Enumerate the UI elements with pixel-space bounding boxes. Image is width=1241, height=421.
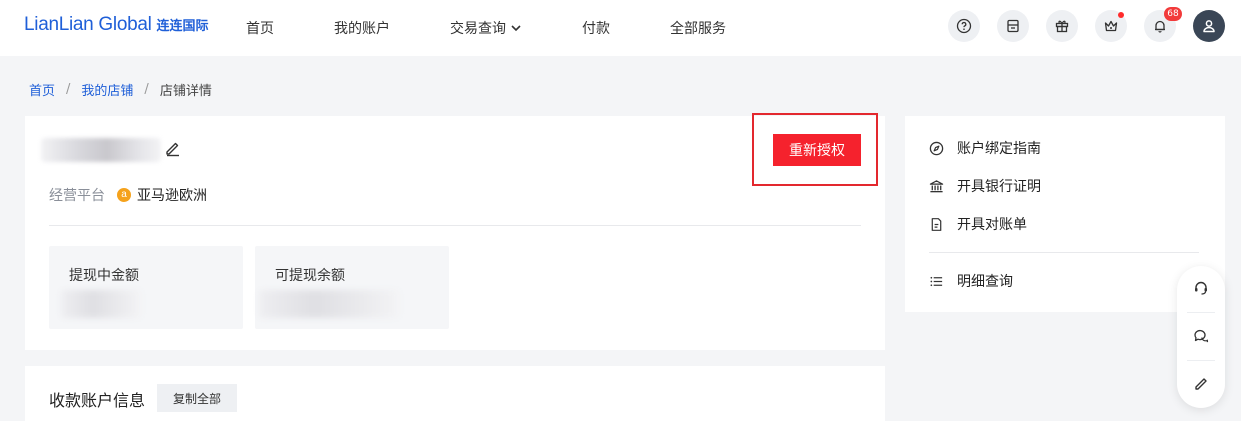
side-item-bank-certificate[interactable]: 开具银行证明 (929, 176, 1041, 196)
store-detail-card: 重新授权 经营平台 a 亚马逊欧洲 提现中金额 可提现余额 (25, 113, 885, 350)
user-icon (1203, 20, 1215, 33)
copy-all-button[interactable]: 复制全部 (157, 384, 237, 412)
breadcrumb-current: 店铺详情 (159, 84, 212, 99)
main-nav: 首页 我的账户 交易查询 付款 全部服务 (230, 0, 770, 56)
bank-icon (929, 179, 944, 192)
floating-toolbar (1177, 266, 1225, 408)
side-item-binding-guide[interactable]: 账户绑定指南 (929, 138, 1041, 158)
breadcrumb-home[interactable]: 首页 (29, 80, 55, 99)
nav-item-home[interactable]: 首页 (230, 18, 290, 38)
receiving-account-title: 收款账户信息 (49, 391, 146, 410)
list-icon (930, 276, 943, 286)
gift-icon (1055, 20, 1069, 33)
receiving-account-card: 收款账户信息 复制全部 (25, 366, 885, 421)
breadcrumb-separator: / (66, 82, 71, 97)
headset-icon (1195, 281, 1207, 295)
side-item-label: 明细查询 (957, 274, 1013, 290)
withdrawing-amount-box: 提现中金额 (49, 246, 243, 329)
brand-logo[interactable]: LianLian Global 连连国际 (24, 14, 209, 36)
avatar[interactable] (1193, 10, 1225, 42)
withdrawing-amount-label: 提现中金额 (69, 268, 139, 284)
customer-service-button[interactable] (1177, 266, 1225, 310)
divider (929, 252, 1199, 253)
divider (49, 225, 861, 226)
available-balance-redacted (259, 290, 399, 318)
platform-row: 经营平台 a 亚马逊欧洲 (49, 185, 207, 205)
amazon-icon: a (117, 188, 131, 202)
reauthorize-button[interactable]: 重新授权 (773, 134, 861, 166)
available-balance-box: 可提现余额 (255, 246, 449, 329)
available-balance-label: 可提现余额 (275, 268, 345, 284)
store-name-redacted (41, 138, 161, 162)
breadcrumb-my-stores[interactable]: 我的店铺 (81, 80, 133, 99)
help-button[interactable] (948, 10, 980, 42)
nav-item-transaction-query[interactable]: 交易查询 (434, 18, 538, 38)
nav-item-label: 全部服务 (670, 21, 726, 37)
calendar-button[interactable] (997, 10, 1029, 42)
gift-button[interactable] (1046, 10, 1078, 42)
calendar-icon (1007, 19, 1019, 33)
chat-icon (1194, 329, 1209, 343)
logo-english: LianLian Global (24, 14, 152, 35)
crown-icon (1104, 20, 1118, 32)
nav-item-label: 交易查询 (450, 21, 506, 37)
nav-item-label: 我的账户 (334, 21, 390, 37)
side-item-label: 账户绑定指南 (957, 141, 1041, 157)
breadcrumb-separator: / (144, 82, 149, 97)
crown-button[interactable] (1095, 10, 1127, 42)
nav-item-label: 首页 (246, 21, 274, 37)
side-item-label: 开具银行证明 (957, 179, 1041, 195)
nav-item-payment[interactable]: 付款 (566, 18, 626, 38)
notification-dot (1118, 12, 1124, 18)
top-nav-bar: LianLian Global 连连国际 首页 我的账户 交易查询 付款 全部服… (0, 0, 1241, 56)
nav-item-label: 付款 (582, 21, 610, 37)
pencil-icon (1195, 378, 1207, 390)
nav-item-my-account[interactable]: 我的账户 (318, 18, 406, 38)
compass-icon (929, 141, 944, 155)
platform-label: 经营平台 (49, 188, 105, 204)
chevron-down-icon (511, 25, 521, 32)
edit-icon[interactable] (164, 139, 182, 157)
chat-button[interactable] (1177, 314, 1225, 358)
breadcrumb: 首页 / 我的店铺 / 店铺详情 (29, 80, 212, 99)
logo-chinese: 连连国际 (156, 19, 209, 34)
notifications-button[interactable]: 68 (1144, 7, 1182, 42)
divider (1187, 360, 1215, 361)
top-icon-group: 68 (931, 7, 1225, 42)
withdrawing-amount-redacted (61, 290, 141, 318)
bell-icon (1155, 20, 1165, 33)
side-item-detail-query[interactable]: 明细查询 (929, 271, 1013, 291)
side-item-label: 开具对账单 (957, 217, 1027, 233)
feedback-button[interactable] (1177, 362, 1225, 406)
question-circle-icon (956, 18, 972, 34)
divider (1187, 312, 1215, 313)
notification-badge: 68 (1164, 7, 1182, 21)
side-item-statement[interactable]: 开具对账单 (929, 214, 1027, 234)
platform-value: 亚马逊欧洲 (137, 188, 207, 204)
nav-item-all-services[interactable]: 全部服务 (654, 18, 742, 38)
document-icon (931, 217, 942, 231)
